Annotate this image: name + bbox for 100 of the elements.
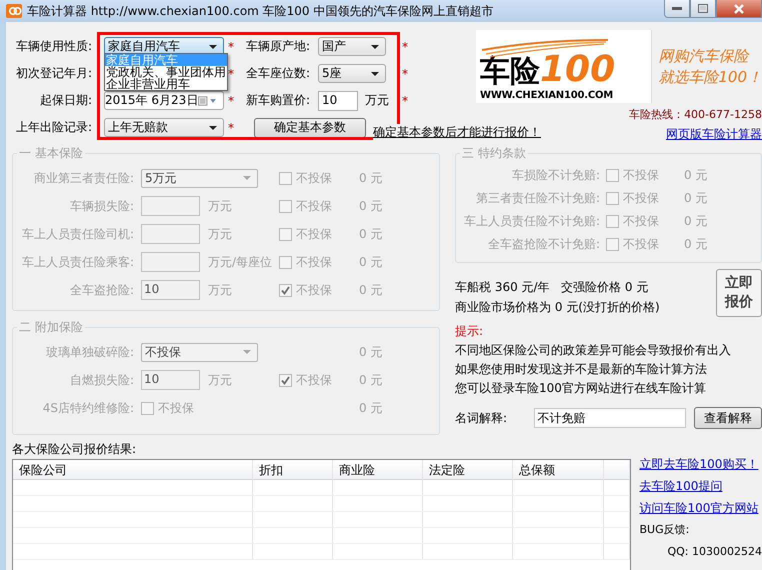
dropdown-option[interactable]: 企业非营业用车 — [105, 78, 227, 90]
dropdown-option[interactable]: 党政机关、事业团体用 — [105, 66, 227, 78]
amount-field[interactable]: 10 — [141, 370, 200, 390]
field-label: 车辆损失险: — [68, 198, 134, 214]
tip-text: 您可以登录车险100官方网站进行在线车险计算 — [455, 380, 707, 397]
field-label: 名词解释: — [455, 410, 508, 426]
close-button[interactable] — [716, 0, 762, 18]
amount-field[interactable]: 10 — [141, 280, 200, 300]
app-icon — [6, 3, 22, 19]
column-header[interactable]: 保险公司 — [13, 460, 253, 480]
premium-amount: 0 元 — [684, 167, 708, 184]
premium-amount: 0 元 — [359, 344, 382, 360]
logo-number: 100 — [540, 52, 616, 88]
amount-field[interactable] — [141, 224, 200, 244]
premium-amount: 0 元 — [359, 254, 382, 270]
group-title: 三 特约条款 — [461, 145, 527, 162]
field-label: 玻璃单独破碎险: — [44, 344, 134, 360]
unit-label: 万元/每座位 — [208, 254, 272, 270]
checkbox[interactable] — [279, 228, 292, 240]
header-cell — [604, 460, 630, 480]
table-cell — [604, 496, 630, 512]
amount-field[interactable] — [141, 252, 200, 272]
premium-amount: 0 元 — [684, 190, 708, 207]
required-mark: * — [228, 40, 235, 54]
caret-icon — [209, 126, 217, 130]
amount-field[interactable] — [141, 196, 200, 216]
caret-icon — [371, 72, 379, 76]
checkbox-label: 不投保 — [158, 400, 194, 416]
checkbox[interactable] — [279, 284, 292, 296]
price-field[interactable]: 10 — [318, 90, 358, 110]
field-label: 初次登记年月: — [14, 65, 92, 82]
column-header[interactable]: 折扣 — [253, 460, 333, 480]
qq-text: QQ: 1030002524 — [666, 544, 762, 560]
checkbox[interactable] — [141, 402, 154, 414]
checkbox[interactable] — [606, 192, 619, 205]
checkbox[interactable] — [606, 215, 619, 228]
field-label: 车上人员责任险乘客: — [20, 254, 134, 270]
field-label: 上年出险记录: — [14, 119, 92, 136]
premium-amount: 0 元 — [359, 372, 382, 388]
dropdown-select[interactable]: 国产 — [318, 37, 386, 56]
checkbox-label: 不投保 — [296, 282, 332, 298]
checkbox[interactable] — [279, 200, 292, 212]
dropdown-select[interactable]: 不投保 — [141, 342, 258, 362]
web-calculator-link[interactable]: 网页版车险计算器 — [666, 126, 762, 143]
dropdown-select[interactable]: 5座 — [318, 64, 386, 83]
table-cell — [604, 480, 630, 496]
checkbox-label: 不投保 — [623, 213, 659, 230]
quote-button[interactable]: 立即报价 — [716, 269, 762, 317]
unit-label: 万元 — [208, 198, 232, 214]
caret-icon — [209, 44, 217, 48]
tax-text: 车船税 360 元/年 交强险价格 0 元 — [455, 279, 650, 296]
notice-link[interactable]: 确定基本参数后才能进行报价！ — [373, 124, 541, 141]
field-label: 全车盗抢险不计免赔: — [486, 236, 600, 253]
logo-url: WWW.CHEXIAN100.COM — [480, 90, 614, 101]
column-header[interactable]: 商业险 — [333, 460, 423, 480]
date-picker[interactable]: 2015年 6月23日 — [104, 91, 224, 110]
checkbox[interactable] — [279, 256, 292, 268]
checkbox[interactable] — [606, 238, 619, 251]
term-field[interactable]: 不计免赔 — [534, 408, 686, 428]
premium-amount: 0 元 — [359, 282, 382, 298]
checkbox-label: 不投保 — [296, 198, 332, 214]
field-label: 车上人员责任险司机: — [20, 226, 134, 242]
field-label: 车上人员责任险不计免赔: — [462, 213, 600, 230]
close-icon — [733, 4, 745, 14]
checkbox-label: 不投保 — [623, 167, 659, 184]
column-header[interactable]: 总保额 — [513, 460, 604, 480]
field-label: 车辆原产地: — [244, 38, 310, 55]
caret-icon — [243, 176, 251, 180]
checkbox[interactable] — [279, 172, 292, 184]
required-mark: * — [228, 120, 235, 134]
dropdown-select[interactable]: 上年无赔款 — [104, 118, 224, 137]
minimize-button[interactable] — [664, 0, 690, 18]
hotline-text: 车险热线：400-677-1258 — [629, 107, 762, 122]
field-label: 4S店特约维修险: — [42, 400, 134, 416]
web-link[interactable]: 立即去车险100购买！ — [639, 453, 762, 475]
checkbox-label: 不投保 — [296, 170, 332, 186]
web-link[interactable]: 去车险100提问 — [639, 475, 762, 497]
required-mark: * — [228, 66, 235, 80]
dropdown-select[interactable]: 5万元 — [141, 168, 258, 188]
table-cell — [604, 544, 630, 560]
checkbox-label: 不投保 — [623, 190, 659, 207]
maximize-button[interactable] — [690, 0, 716, 18]
checkbox[interactable] — [606, 169, 619, 182]
checkbox[interactable] — [279, 374, 292, 386]
caret-icon — [243, 350, 251, 354]
group-title: 二 附加保险 — [18, 319, 84, 336]
web-link[interactable]: 访问车险100官方网站 — [639, 497, 762, 519]
confirm-button[interactable]: 确定基本参数 — [254, 118, 366, 138]
unit-label: 万元 — [208, 226, 232, 242]
column-header[interactable]: 法定险 — [423, 460, 513, 480]
checkbox-label: 不投保 — [296, 226, 332, 242]
premium-amount: 0 元 — [684, 236, 708, 253]
required-mark: * — [402, 94, 409, 108]
field-label: 商业第三者责任险: — [32, 170, 134, 186]
premium-amount: 0 元 — [684, 213, 708, 230]
field-label: 自燃损失险: — [68, 372, 134, 388]
logo-text: 车险 — [480, 54, 540, 90]
explain-button[interactable]: 查看解释 — [694, 407, 762, 429]
checkbox-label: 不投保 — [296, 372, 332, 388]
results-title: 各大保险公司报价结果: — [12, 441, 138, 458]
